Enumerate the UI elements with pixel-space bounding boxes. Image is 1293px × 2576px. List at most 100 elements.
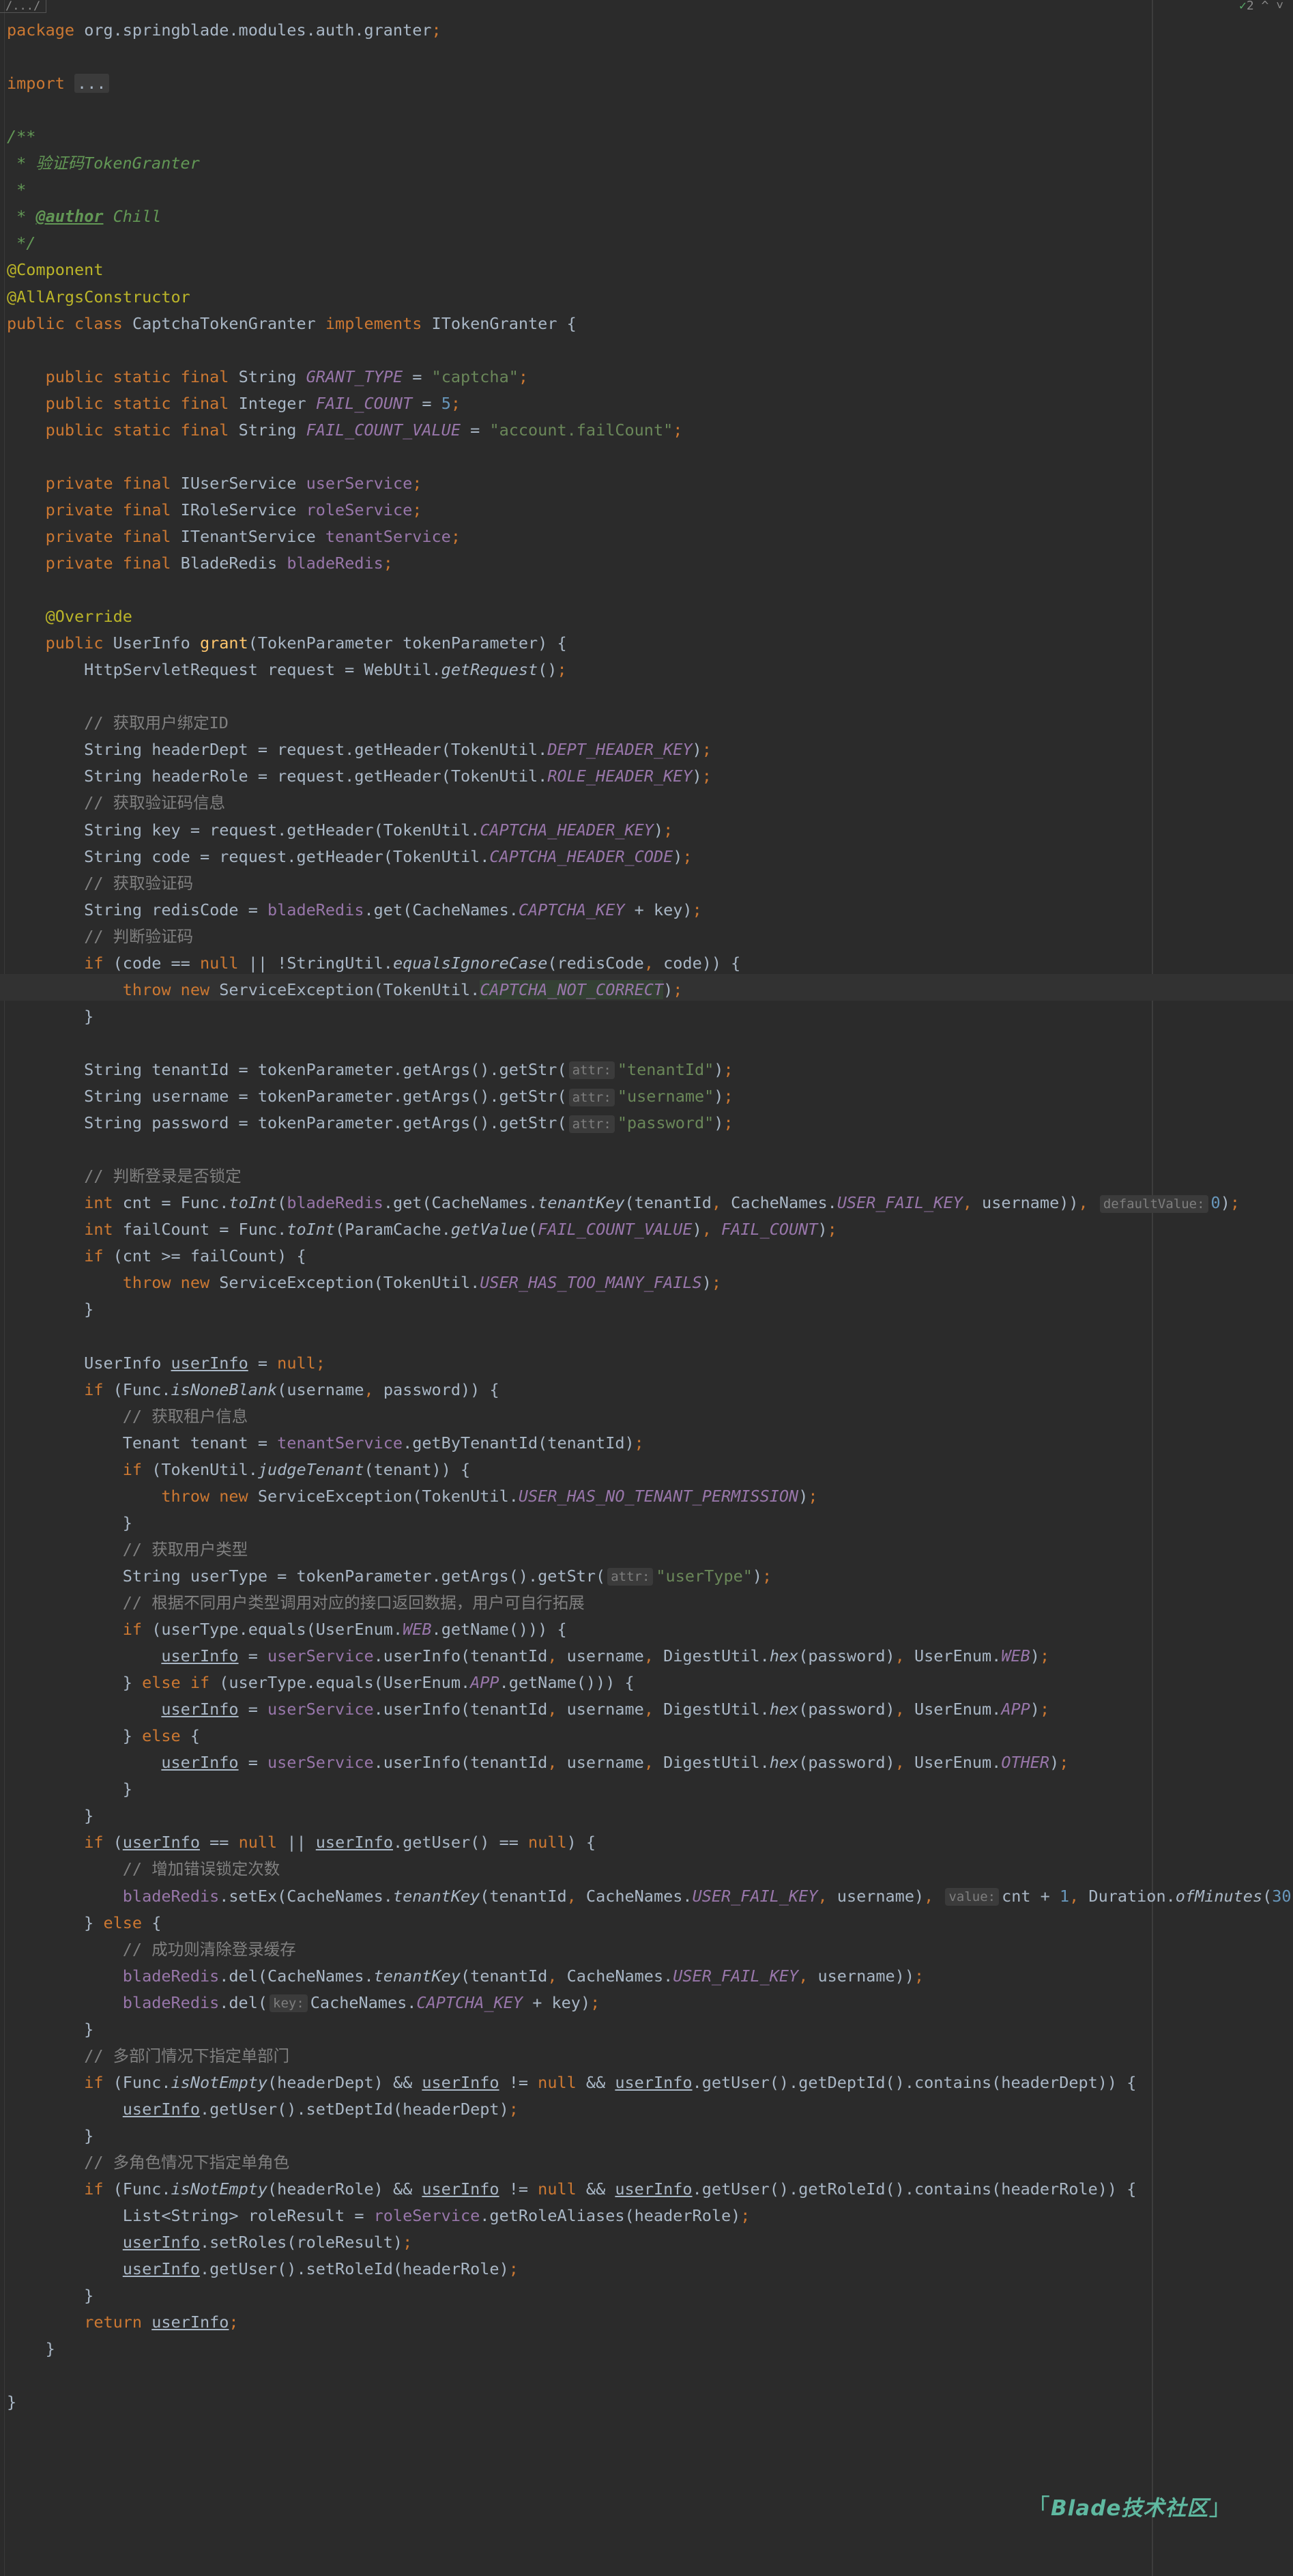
code-line[interactable]: // 多部门情况下指定单部门 [7, 2043, 289, 2070]
code-line[interactable]: private final ITenantService tenantServi… [7, 524, 461, 550]
code-line[interactable]: } [7, 1776, 132, 1803]
code-token: CAPTCHA_KEY [416, 1992, 523, 2012]
code-line[interactable]: if (userType.equals(UserEnum.WEB.getName… [7, 1616, 567, 1643]
code-line[interactable]: } [7, 2016, 93, 2043]
code-line[interactable]: userInfo.getUser().setRoleId(headerRole)… [7, 2256, 519, 2282]
code-line[interactable]: bladeRedis.setEx(CacheNames.tenantKey(te… [7, 1883, 1293, 1910]
code-line[interactable]: if (code == null || !StringUtil.equalsIg… [7, 950, 740, 977]
code-line[interactable]: userInfo = userService.userInfo(tenantId… [7, 1749, 1069, 1776]
code-line[interactable]: public static final String FAIL_COUNT_VA… [7, 417, 683, 444]
code-token: ; [634, 1433, 644, 1452]
code-line[interactable]: // 判断登录是否锁定 [7, 1163, 241, 1190]
code-line[interactable]: * 验证码TokenGranter [7, 150, 200, 177]
code-line[interactable]: // 获取验证码信息 [7, 790, 225, 816]
code-line[interactable]: // 获取用户绑定ID [7, 710, 229, 736]
code-line[interactable]: if (TokenUtil.judgeTenant(tenant)) { [7, 1457, 470, 1483]
code-token: 0 [1210, 1193, 1221, 1213]
code-line[interactable]: // 成功则清除登录缓存 [7, 1936, 296, 1963]
code-token: bladeRedis [122, 1966, 220, 1986]
code-line[interactable]: public static final Integer FAIL_COUNT =… [7, 390, 461, 417]
code-line[interactable]: String code = request.getHeader(TokenUti… [7, 844, 692, 870]
code-line[interactable]: // 判断验证码 [7, 924, 193, 950]
code-line[interactable]: String userType = tokenParameter.getArgs… [7, 1563, 772, 1590]
code-line[interactable]: } [7, 1803, 93, 1829]
code-token: 30 [1272, 1886, 1292, 1906]
code-line[interactable]: } [7, 2123, 93, 2149]
code-line[interactable]: } [7, 1296, 93, 1323]
code-token: UserEnum. [914, 1753, 1002, 1773]
code-line[interactable]: int failCount = Func.toInt(ParamCache.ge… [7, 1216, 837, 1243]
code-line[interactable]: String password = tokenParameter.getArgs… [7, 1110, 733, 1136]
code-line[interactable]: public class CaptchaTokenGranter impleme… [7, 311, 577, 337]
code-line[interactable]: } [7, 2282, 93, 2309]
code-line[interactable]: import ... [7, 70, 109, 97]
code-line[interactable]: public UserInfo grant(TokenParameter tok… [7, 630, 567, 657]
code-line[interactable]: } else if (userType.equals(UserEnum.APP.… [7, 1670, 635, 1696]
code-line[interactable]: String headerDept = request.getHeader(To… [7, 736, 712, 763]
code-line[interactable]: private final IUserService userService; [7, 470, 422, 497]
code-line[interactable]: Tenant tenant = tenantService.getByTenan… [7, 1430, 644, 1457]
code-line[interactable]: throw new ServiceException(TokenUtil.CAP… [7, 977, 682, 1003]
code-token: "tenantId" [617, 1059, 714, 1079]
code-line[interactable]: if (Func.isNotEmpty(headerDept) && userI… [7, 2070, 1136, 2096]
code-line[interactable]: List<String> roleResult = roleService.ge… [7, 2203, 751, 2229]
code-line[interactable]: // 获取验证码 [7, 870, 193, 897]
parameter-hint: defaultValue: [1099, 1194, 1208, 1213]
code-line[interactable]: // 增加错误锁定次数 [7, 1856, 280, 1883]
code-token: ) [1220, 1193, 1230, 1213]
code-line[interactable]: String redisCode = bladeRedis.get(CacheN… [7, 897, 702, 924]
code-line[interactable]: String tenantId = tokenParameter.getArgs… [7, 1057, 733, 1083]
code-line[interactable]: UserInfo userInfo = null; [7, 1350, 325, 1377]
code-line[interactable]: @AllArgsConstructor [7, 284, 190, 311]
code-line[interactable]: HttpServletRequest request = WebUtil.get… [7, 657, 566, 683]
code-line[interactable]: throw new ServiceException(TokenUtil.USE… [7, 1483, 817, 1510]
code-token: ) [692, 767, 702, 786]
code-line[interactable]: } [7, 2336, 55, 2362]
code-line[interactable]: * [7, 177, 26, 203]
code-line[interactable]: if (Func.isNoneBlank(username, password)… [7, 1377, 499, 1403]
code-line[interactable]: userInfo.setRoles(roleResult); [7, 2229, 412, 2256]
code-line[interactable]: // 获取租户信息 [7, 1403, 248, 1430]
code-line[interactable]: if (userInfo == null || userInfo.getUser… [7, 1829, 596, 1856]
code-token: null [538, 2179, 586, 2199]
code-line[interactable]: } [7, 2389, 16, 2416]
code-line[interactable]: } else { [7, 1910, 161, 1936]
code-line[interactable]: String key = request.getHeader(TokenUtil… [7, 817, 673, 844]
code-line[interactable]: package org.springblade.modules.auth.gra… [7, 17, 441, 44]
breadcrumb-path-tab[interactable]: /.../ [0, 0, 47, 13]
code-token: , [643, 953, 664, 973]
code-line[interactable]: if (Func.isNotEmpty(headerRole) && userI… [7, 2176, 1136, 2203]
code-line[interactable]: bladeRedis.del(key: CacheNames.CAPTCHA_KE… [7, 1990, 600, 2016]
code-line[interactable]: } [7, 1003, 93, 1030]
code-line[interactable]: // 多角色情况下指定单角色 [7, 2149, 289, 2176]
code-line[interactable]: String username = tokenParameter.getArgs… [7, 1083, 733, 1110]
code-line[interactable]: private final IRoleService roleService; [7, 497, 422, 524]
code-line[interactable]: String headerRole = request.getHeader(To… [7, 763, 712, 790]
code-line[interactable]: userInfo = userService.userInfo(tenantId… [7, 1643, 1049, 1670]
code-line[interactable]: throw new ServiceException(TokenUtil.USE… [7, 1270, 721, 1296]
code-editor[interactable]: /.../ ✓2 ^ ˅ package org.springblade.mod… [0, 0, 1293, 2576]
code-token: = [238, 1700, 268, 1719]
inspection-status[interactable]: ✓2 ^ ˅ [1239, 0, 1283, 12]
nav-arrows-icon[interactable]: ^ ˅ [1262, 0, 1283, 13]
code-line[interactable]: // 获取用户类型 [7, 1536, 248, 1563]
code-line[interactable]: return userInfo; [7, 2309, 238, 2336]
code-line[interactable]: } [7, 1510, 132, 1536]
code-line[interactable]: userInfo.getUser().setDeptId(headerDept)… [7, 2096, 519, 2123]
code-token: CaptchaTokenGranter [132, 313, 325, 333]
code-line[interactable]: } else { [7, 1723, 200, 1749]
code-line[interactable]: // 根据不同用户类型调用对应的接口返回数据，用户可自行拓展 [7, 1590, 585, 1616]
code-line[interactable]: /** [7, 124, 35, 150]
code-line[interactable]: */ [7, 230, 35, 257]
code-token: ; [701, 740, 712, 760]
code-line[interactable]: int cnt = Func.toInt(bladeRedis.get(Cach… [7, 1190, 1240, 1216]
code-line[interactable]: bladeRedis.del(CacheNames.tenantKey(tena… [7, 1963, 924, 1990]
code-line[interactable]: * @author Chill [7, 203, 161, 230]
code-line[interactable]: if (cnt >= failCount) { [7, 1243, 306, 1270]
code-line[interactable]: public static final String GRANT_TYPE = … [7, 364, 528, 390]
code-line[interactable]: private final BladeRedis bladeRedis; [7, 550, 393, 577]
code-line[interactable]: userInfo = userService.userInfo(tenantId… [7, 1696, 1049, 1723]
code-line[interactable]: @Component [7, 257, 103, 283]
code-line[interactable]: @Override [7, 603, 132, 630]
